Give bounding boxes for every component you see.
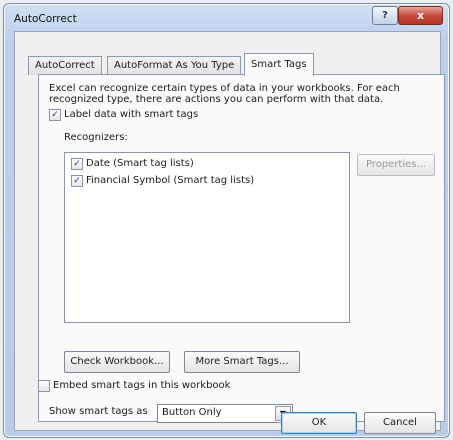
show-as-select[interactable]: Button Only ▼	[157, 404, 293, 423]
recognizers-list[interactable]: ✓ Date (Smart tag lists) ✓ Financial Sym…	[64, 152, 350, 323]
intro-text: Excel can recognize certain types of dat…	[49, 83, 400, 105]
show-as-value: Button Only	[162, 407, 222, 418]
properties-button[interactable]: Properties...	[357, 154, 435, 176]
cancel-button[interactable]: Cancel	[364, 412, 436, 434]
help-button[interactable]: ?	[372, 6, 398, 25]
tab-autocorrect[interactable]: AutoCorrect	[28, 56, 102, 75]
check-icon: ✓	[73, 176, 81, 186]
recognizers-label: Recognizers:	[64, 132, 128, 143]
tab-label: Smart Tags	[251, 59, 307, 70]
recognizer-financial-symbol-checkbox[interactable]: ✓	[71, 175, 83, 187]
recognizer-date-label: Date (Smart tag lists)	[86, 158, 194, 169]
dialog-body: AutoCorrect AutoFormat As You Type Smart…	[14, 31, 445, 434]
help-icon: ?	[382, 10, 388, 21]
button-label: More Smart Tags...	[195, 356, 289, 367]
check-workbook-button[interactable]: Check Workbook...	[64, 351, 170, 373]
button-label: Cancel	[383, 417, 417, 428]
button-label: Properties...	[365, 159, 427, 170]
smart-tags-panel: Excel can recognize certain types of dat…	[38, 74, 445, 423]
tab-autoformat-as-you-type[interactable]: AutoFormat As You Type	[107, 56, 242, 75]
recognizer-financial-symbol-label: Financial Symbol (Smart tag lists)	[86, 175, 255, 186]
tab-smart-tags[interactable]: Smart Tags	[244, 53, 314, 76]
tab-label: AutoFormat As You Type	[114, 60, 235, 71]
check-icon: ✓	[73, 159, 81, 169]
title-bar[interactable]: AutoCorrect ? x	[4, 4, 449, 30]
tab-label: AutoCorrect	[35, 60, 95, 71]
autocorrect-dialog: AutoCorrect ? x AutoCorrect AutoFormat A…	[3, 3, 450, 438]
close-icon: x	[416, 9, 425, 22]
label-data-checkbox[interactable]: ✓	[49, 109, 61, 121]
button-label: Check Workbook...	[70, 356, 164, 367]
recognizer-date-checkbox[interactable]: ✓	[71, 158, 83, 170]
close-button[interactable]: x	[398, 6, 443, 25]
embed-checkbox[interactable]	[38, 380, 50, 392]
check-icon: ✓	[51, 110, 59, 120]
more-smart-tags-button[interactable]: More Smart Tags...	[184, 351, 300, 373]
dialog-title: AutoCorrect	[14, 13, 77, 25]
button-label: OK	[311, 417, 327, 428]
embed-label: Embed smart tags in this workbook	[53, 380, 231, 391]
label-data-label: Label data with smart tags	[64, 109, 199, 120]
show-as-label: Show smart tags as	[49, 406, 148, 417]
ok-button[interactable]: OK	[281, 412, 357, 434]
